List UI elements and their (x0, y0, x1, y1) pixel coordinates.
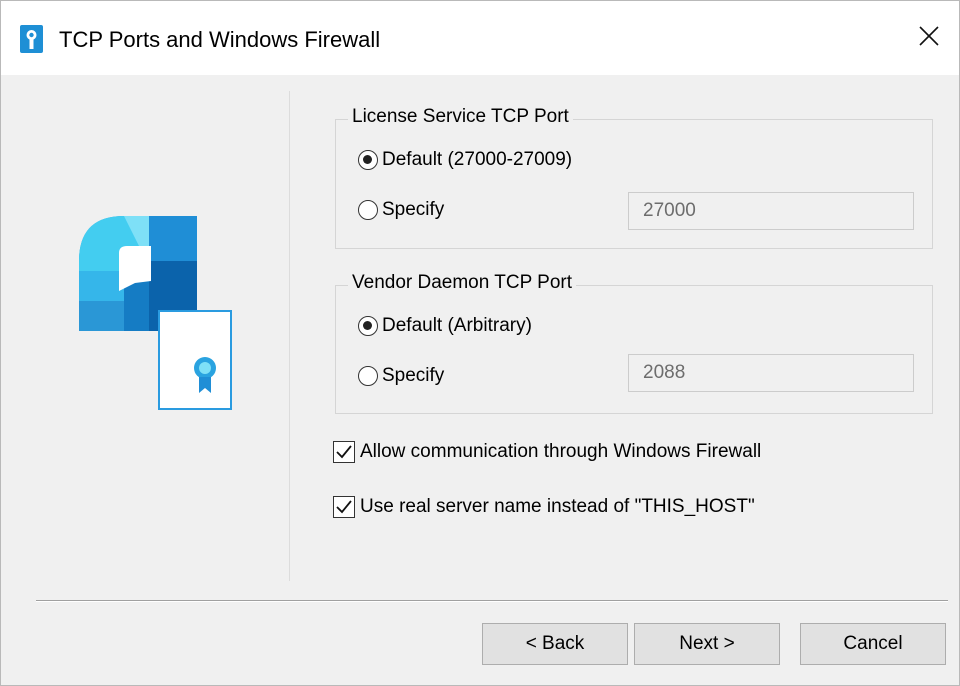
license-specify-label: Specify (382, 199, 445, 220)
realname-checkbox-row[interactable]: Use real server name instead of "THIS_HO… (333, 496, 755, 518)
license-specify-radio[interactable]: Specify (358, 199, 444, 221)
window-title: TCP Ports and Windows Firewall (59, 27, 381, 52)
vendor-port-legend: Vendor Daemon TCP Port (348, 272, 577, 294)
vendor-specify-radio[interactable]: Specify (358, 365, 444, 387)
firewall-checkbox[interactable] (333, 441, 355, 463)
radio-selected[interactable] (358, 316, 378, 336)
vendor-default-radio[interactable]: Default (Arbitrary) (358, 315, 532, 337)
license-port-input[interactable]: 27000 (628, 192, 914, 230)
license-default-label: Default (27000-27009) (382, 149, 573, 170)
close-button[interactable] (899, 15, 959, 61)
close-icon (918, 25, 940, 52)
radio-selected[interactable] (358, 150, 378, 170)
firewall-label: Allow communication through Windows Fire… (360, 441, 762, 462)
horizontal-divider-highlight (36, 601, 948, 602)
firewall-checkbox-row[interactable]: Allow communication through Windows Fire… (333, 441, 761, 463)
radio-unselected[interactable] (358, 366, 378, 386)
key-license-icon (20, 25, 43, 53)
license-port-legend: License Service TCP Port (348, 106, 573, 128)
next-button[interactable]: Next > (634, 623, 780, 665)
title-bar: TCP Ports and Windows Firewall (1, 1, 959, 75)
license-certificate-logo-icon (79, 211, 239, 411)
license-default-radio[interactable]: Default (27000-27009) (358, 149, 572, 171)
realname-checkbox[interactable] (333, 496, 355, 518)
vendor-port-input[interactable]: 2088 (628, 354, 914, 392)
vendor-specify-label: Specify (382, 365, 445, 386)
checkmark-icon (336, 500, 352, 514)
dialog-window: TCP Ports and Windows Firewall License S… (0, 0, 960, 686)
checkmark-icon (336, 445, 352, 459)
realname-label: Use real server name instead of "THIS_HO… (360, 496, 755, 517)
back-button[interactable]: < Back (482, 623, 628, 665)
vertical-divider (289, 91, 290, 581)
radio-unselected[interactable] (358, 200, 378, 220)
vendor-port-group: Vendor Daemon TCP Port (335, 272, 933, 414)
cancel-button[interactable]: Cancel (800, 623, 946, 665)
vendor-default-label: Default (Arbitrary) (382, 315, 532, 336)
